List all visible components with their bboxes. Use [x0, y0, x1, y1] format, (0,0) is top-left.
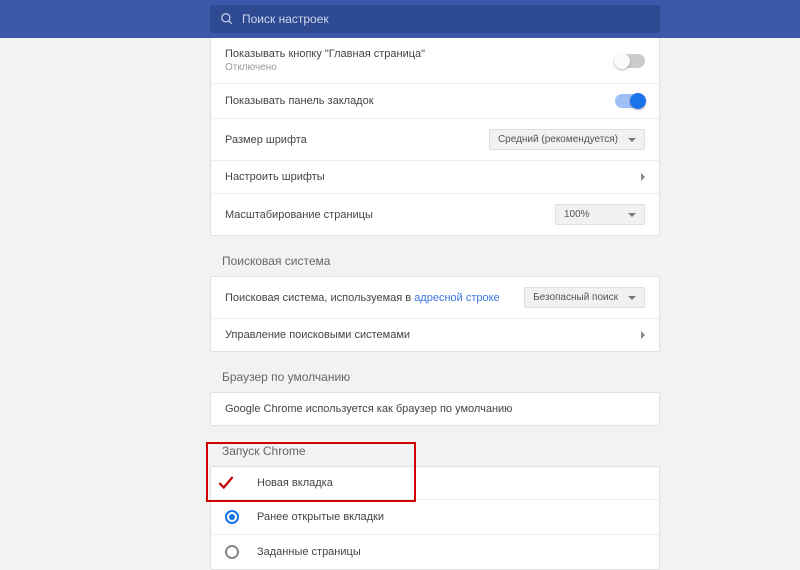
startup-option-new-tab[interactable]: Новая вкладка [211, 467, 659, 499]
search-engine-label: Поисковая система, используемая в адресн… [225, 292, 500, 304]
radio-icon [225, 510, 239, 524]
home-button-row: Показывать кнопку "Главная страница" Отк… [211, 38, 659, 83]
home-button-label: Показывать кнопку "Главная страница" [225, 48, 425, 60]
font-size-row: Размер шрифта Средний (рекомендуется) [211, 118, 659, 160]
chevron-down-icon [628, 213, 636, 217]
search-icon [220, 12, 234, 26]
page-zoom-row: Масштабирование страницы 100% [211, 193, 659, 235]
search-engine-select[interactable]: Безопасный поиск [524, 287, 645, 308]
search-engine-value: Безопасный поиск [533, 292, 618, 303]
startup-option-specific[interactable]: Заданные страницы [211, 534, 659, 569]
page-zoom-label: Масштабирование страницы [225, 209, 373, 221]
search-engine-row: Поисковая система, используемая в адресн… [211, 277, 659, 318]
search-engine-card: Поисковая система, используемая в адресн… [210, 276, 660, 352]
manage-search-engines-row[interactable]: Управление поисковыми системами [211, 318, 659, 351]
page-zoom-select[interactable]: 100% [555, 204, 645, 225]
chevron-down-icon [628, 296, 636, 300]
address-bar-link[interactable]: адресной строке [414, 292, 500, 304]
check-annotation-icon [217, 474, 235, 492]
startup-option-label: Новая вкладка [257, 477, 333, 489]
default-browser-text: Google Chrome используется как браузер п… [225, 403, 512, 415]
settings-search[interactable] [210, 5, 660, 33]
top-bar [0, 0, 800, 38]
default-browser-card: Google Chrome используется как браузер п… [210, 392, 660, 426]
search-engine-prefix: Поисковая система, используемая в [225, 292, 414, 304]
startup-option-label: Ранее открытые вкладки [257, 511, 384, 523]
default-browser-row: Google Chrome используется как браузер п… [211, 393, 659, 425]
startup-card: Новая вкладка Ранее открытые вкладки Зад… [210, 466, 660, 570]
default-browser-title: Браузер по умолчанию [222, 370, 660, 384]
chevron-down-icon [628, 138, 636, 142]
startup-option-continue[interactable]: Ранее открытые вкладки [211, 499, 659, 534]
bookmarks-bar-toggle[interactable] [615, 94, 645, 108]
search-engine-title: Поисковая система [222, 254, 660, 268]
font-size-label: Размер шрифта [225, 134, 307, 146]
bookmarks-bar-row: Показывать панель закладок [211, 83, 659, 118]
radio-icon [225, 545, 239, 559]
page-zoom-value: 100% [564, 209, 590, 220]
bookmarks-bar-label: Показывать панель закладок [225, 95, 374, 107]
font-size-value: Средний (рекомендуется) [498, 134, 618, 145]
home-button-status: Отключено [225, 62, 425, 73]
customize-fonts-row[interactable]: Настроить шрифты [211, 160, 659, 193]
chevron-right-icon [641, 331, 645, 339]
home-button-toggle[interactable] [615, 54, 645, 68]
manage-search-engines-label: Управление поисковыми системами [225, 329, 410, 341]
customize-fonts-label: Настроить шрифты [225, 171, 325, 183]
chevron-right-icon [641, 173, 645, 181]
search-input[interactable] [242, 12, 650, 26]
appearance-card: Показывать кнопку "Главная страница" Отк… [210, 38, 660, 236]
startup-title: Запуск Chrome [222, 444, 660, 458]
font-size-select[interactable]: Средний (рекомендуется) [489, 129, 645, 150]
settings-content: Показывать кнопку "Главная страница" Отк… [210, 38, 660, 570]
